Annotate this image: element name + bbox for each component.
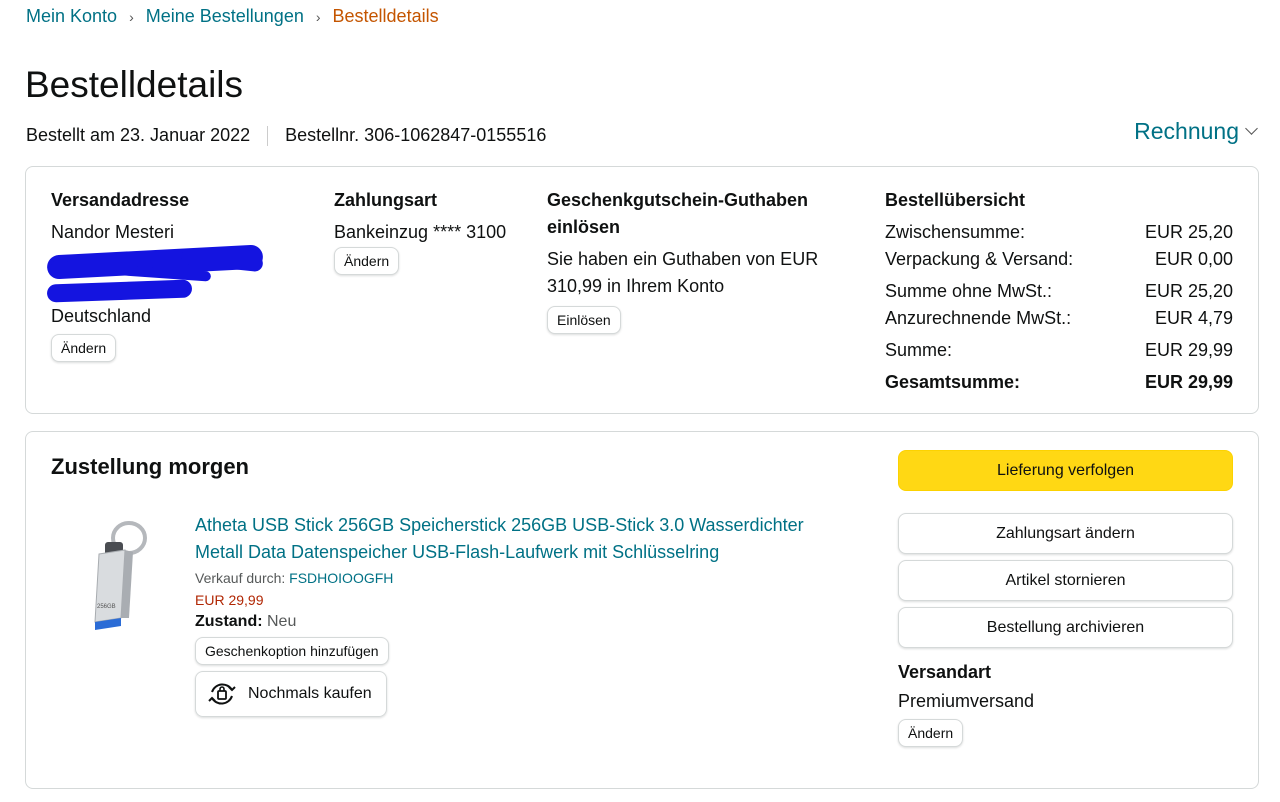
shipment-actions: Lieferung verfolgen Zahlungsart ändern A… [898,450,1233,747]
summary-value: EUR 0,00 [1154,249,1233,269]
shipping-address-title: Versandadresse [51,190,190,210]
seller-link[interactable]: FSDHOIOOGFH [289,570,393,586]
page-title: Bestelldetails [25,64,244,105]
summary-value: EUR 4,79 [1154,308,1233,328]
delivery-status-title: Zustellung morgen [51,454,249,479]
order-date: Bestellt am 23. Januar 2022 [26,125,251,145]
summary-label: Summe ohne MwSt.: [885,281,1053,301]
giftcard-section: Geschenkgutschein-Guthaben einlösen Sie … [547,187,847,334]
payment-section: Zahlungsart Bankeinzug **** 3100 Ändern [334,187,506,275]
summary-label: Summe: [885,340,953,360]
summary-label: Zwischensumme: [885,222,1026,242]
shipping-method: Premiumversand [898,691,1035,711]
archive-order-button[interactable]: Bestellung archivieren [898,607,1233,648]
add-gift-option-button[interactable]: Geschenkoption hinzufügen [195,637,389,665]
address-country: Deutschland [51,306,152,326]
summary-label: Anzurechnende MwSt.: [885,308,1072,328]
order-meta: Bestellt am 23. Januar 2022 Bestellnr. 3… [26,125,546,146]
track-package-button[interactable]: Lieferung verfolgen [898,450,1233,491]
product-price: EUR 29,99 [195,592,264,608]
shipping-method-title: Versandart [898,662,992,682]
summary-row: Summe ohne MwSt.: EUR 25,20 [885,278,1233,305]
shipment-card: Zustellung morgen 256GB Atheta USB Stick… [25,431,1259,789]
giftcard-title: Geschenkgutschein-Guthaben einlösen [547,190,809,237]
change-address-button[interactable]: Ändern [51,334,117,362]
condition-label: Zustand: [195,613,263,630]
summary-value: EUR 25,20 [1144,281,1233,301]
seller-prefix: Verkauf durch: [195,570,290,586]
seller-line: Verkauf durch: FSDHOIOOGFH [195,570,855,586]
breadcrumb: Mein Konto › Meine Bestellungen › Bestel… [26,6,439,27]
product-image-label: 256GB [97,604,116,610]
breadcrumb-my-account[interactable]: Mein Konto [26,6,117,27]
summary-row: Anzurechnende MwSt.: EUR 4,79 [885,305,1233,332]
breadcrumb-my-orders[interactable]: Meine Bestellungen [146,6,304,27]
summary-row: Zwischensumme: EUR 25,20 [885,219,1233,246]
summary-value: EUR 25,20 [1144,222,1233,242]
summary-label: Verpackung & Versand: [885,249,1074,269]
shipping-address-section: Versandadresse Nandor Mesteri Deutschlan… [46,187,264,362]
chevron-down-icon [1245,122,1258,135]
order-info-card: Versandadresse Nandor Mesteri Deutschlan… [25,166,1259,414]
summary-total-row: Gesamtsumme: EUR 29,99 [885,369,1233,396]
summary-row: Verpackung & Versand: EUR 0,00 [885,246,1233,273]
address-name: Nandor Mesteri [51,222,175,242]
chevron-right-icon: › [315,8,321,25]
breadcrumb-current: Bestelldetails [332,6,439,26]
chevron-right-icon: › [129,8,134,25]
invoice-label: Rechnung [1134,118,1239,144]
divider [267,125,269,146]
cancel-item-button[interactable]: Artikel stornieren [898,560,1233,601]
invoice-dropdown[interactable]: Rechnung [1134,118,1258,145]
product-title-link[interactable]: Atheta USB Stick 256GB Speicherstick 256… [195,512,855,566]
condition-value: Neu [262,613,297,630]
order-number: Bestellnr. 306-1062847-0155516 [285,125,547,145]
change-payment-button[interactable]: Ändern [334,247,400,275]
product-info: Atheta USB Stick 256GB Speicherstick 256… [195,512,855,717]
change-payment-method-button[interactable]: Zahlungsart ändern [898,513,1233,554]
summary-total-value: EUR 29,99 [1144,372,1233,392]
order-summary-section: Bestellübersicht Zwischensumme: EUR 25,2… [885,187,1233,396]
summary-value: EUR 29,99 [1144,340,1233,360]
payment-title: Zahlungsart [334,190,438,210]
giftcard-balance-text: Sie haben ein Guthaben von EUR 310,99 in… [547,249,819,296]
buy-again-button[interactable]: Nochmals kaufen [195,671,387,717]
redacted-address [46,244,264,303]
buy-again-label: Nochmals kaufen [248,685,372,702]
payment-method: Bankeinzug **** 3100 [334,222,507,242]
summary-row: Summe: EUR 29,99 [885,337,1233,364]
redeem-button[interactable]: Einlösen [547,306,621,334]
summary-total-label: Gesamtsumme: [885,372,1021,392]
summary-title: Bestellübersicht [885,190,1026,210]
change-shipping-method-button[interactable]: Ändern [898,719,964,747]
product-image[interactable]: 256GB [81,518,181,638]
buy-again-icon [208,683,236,705]
product-condition: Zustand: Neu [195,613,855,631]
